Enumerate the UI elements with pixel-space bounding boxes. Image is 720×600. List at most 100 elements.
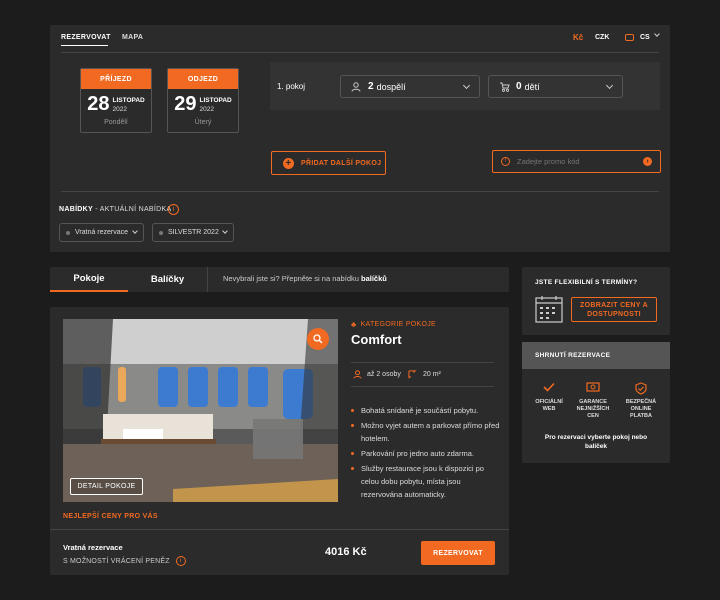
- promo-field[interactable]: ! ›: [492, 150, 661, 173]
- calendar-icon: [535, 296, 563, 323]
- zoom-button[interactable]: [307, 328, 329, 350]
- area-icon: [408, 370, 417, 379]
- badge-label: OFICIÁLNÍ WEB: [535, 399, 563, 412]
- flexible-dates-card: JSTE FLEXIBILNÍ S TERMÍNY? ZOBRAZIT CENY…: [522, 267, 670, 335]
- tabs-bar: Pokoje Balíčky Nevybrali jste si? Přepně…: [50, 267, 509, 292]
- tab-packages-label: Balíčky: [150, 274, 185, 285]
- room-area-label: 20 m²: [423, 371, 441, 378]
- nav-map[interactable]: MAPA: [122, 34, 143, 41]
- room-category-label: KATEGORIE POKOJE: [360, 321, 437, 328]
- tab-packages[interactable]: Balíčky: [128, 267, 208, 292]
- offer-chip-refundable[interactable]: Vratná rezervace: [59, 223, 144, 242]
- children-select[interactable]: 0 dětí: [488, 75, 623, 98]
- person-icon: [353, 370, 362, 379]
- arrival-year: 2022: [112, 105, 127, 113]
- chevron-down-icon: [605, 81, 614, 89]
- badge-label: BEZPEČNÁ ONLINE PLATBA: [625, 399, 657, 419]
- book-button[interactable]: REZERVOVAT: [421, 541, 495, 565]
- room-feature: Parkování pro jedno auto zdarma.: [351, 447, 501, 460]
- info-icon[interactable]: i: [168, 204, 179, 215]
- arrow-right-icon[interactable]: ›: [643, 157, 652, 166]
- room-info-divider: [351, 362, 494, 363]
- shield-check-icon: [635, 382, 647, 395]
- stroller-icon: [500, 82, 510, 92]
- nav-book-underline: [61, 45, 108, 46]
- currency-symbol[interactable]: Kč: [573, 33, 583, 42]
- departure-day: 29: [174, 93, 197, 115]
- room-category: ♣ KATEGORIE POKOJE: [351, 320, 436, 329]
- badge-secure-payment: BEZPEČNÁ ONLINE PLATBA: [620, 382, 662, 420]
- summary-note: Pro rezervaci vyberte pokoj nebo balíček: [544, 434, 648, 450]
- arrival-label: PŘÍJEZD: [81, 69, 151, 89]
- best-price-label: NEJLEPŠÍ CENY PRO VÁS: [63, 513, 158, 520]
- adults-label: dospělí: [376, 81, 406, 92]
- offers-title-rest: - AKTUÁLNÍ NABÍDKA: [93, 206, 172, 213]
- tab-rooms-label: Pokoje: [73, 273, 105, 284]
- room-label: 1. pokoj: [277, 82, 306, 91]
- departure-date[interactable]: ODJEZD 29 LISTOPAD 2022 Úterý: [167, 68, 239, 133]
- room-detail-button[interactable]: DETAIL POKOJE: [70, 478, 143, 495]
- badge-best-price: GARANCE NEJNIŽŠÍCH CEN: [574, 382, 612, 420]
- tabs-hint-link[interactable]: balíčků: [361, 274, 387, 283]
- badge-label: GARANCE NEJNIŽŠÍCH CEN: [576, 399, 610, 419]
- currency-select[interactable]: CZK: [595, 34, 609, 41]
- room-photo-image: [63, 319, 338, 502]
- children-label: dětí: [524, 81, 540, 92]
- departure-month: LISTOPAD: [199, 96, 232, 104]
- room-photo[interactable]: [63, 319, 338, 502]
- room-area: 20 m²: [408, 370, 441, 379]
- adults-select[interactable]: 2 dospělí: [340, 75, 480, 98]
- room-feature: Bohatá snídaně je součástí pobytu.: [351, 404, 501, 417]
- arrival-date[interactable]: PŘÍJEZD 28 LISTOPAD 2022 Pondělí: [80, 68, 152, 133]
- adults-count: 2: [368, 81, 374, 92]
- dot-icon: [159, 230, 163, 235]
- room-card: DETAIL POKOJE ♣ KATEGORIE POKOJE Comfort…: [50, 307, 509, 575]
- chat-icon[interactable]: [625, 34, 634, 41]
- nav-divider: [61, 52, 659, 53]
- departure-year: 2022: [199, 105, 214, 113]
- arrival-day: 28: [87, 93, 110, 115]
- room-persons-label: až 2 osoby: [367, 371, 401, 378]
- language-select[interactable]: CS: [640, 34, 650, 41]
- promo-input[interactable]: [517, 157, 643, 166]
- reservation-summary-card: SHRNUTÍ REZERVACE OFICIÁLNÍ WEB GARANCE …: [522, 342, 670, 463]
- info-icon: !: [501, 157, 510, 166]
- offers-title-bold: NABÍDKY: [59, 206, 93, 213]
- chevron-down-icon: [654, 31, 660, 37]
- departure-label: ODJEZD: [168, 69, 238, 89]
- room-name: Comfort: [351, 332, 402, 347]
- chevron-down-icon: [222, 228, 228, 234]
- add-room-button[interactable]: + PŘIDAT DALŠÍ POKOJ: [271, 151, 386, 175]
- offer-chip-label: Vratná rezervace: [75, 229, 129, 236]
- rate-note: S MOŽNOSTÍ VRÁCENÍ PENĚZ i: [63, 556, 186, 566]
- rate-name: Vratná rezervace: [63, 543, 123, 552]
- chevron-down-icon: [132, 228, 138, 234]
- children-count: 0: [516, 81, 522, 92]
- room-features: Bohatá snídaně je součástí pobytu. Možno…: [351, 404, 501, 503]
- person-icon: [351, 81, 361, 92]
- tabs-hint-text: Nevybrali jste si? Přepněte si na nabídk…: [223, 274, 361, 283]
- money-icon: [586, 382, 600, 392]
- room-persons: až 2 osoby: [353, 370, 401, 379]
- add-room-label: PŘIDAT DALŠÍ POKOJ: [301, 159, 382, 167]
- nav-book[interactable]: REZERVOVAT: [61, 34, 111, 41]
- tabs-hint: Nevybrali jste si? Přepněte si na nabídk…: [223, 274, 387, 283]
- booking-panel: REZERVOVAT MAPA Kč CZK CS PŘÍJEZD 28 LIS…: [50, 25, 670, 252]
- offer-chip-silvestr[interactable]: SILVESTR 2022: [152, 223, 234, 242]
- plus-circle-icon: +: [283, 157, 294, 169]
- dot-icon: [66, 230, 70, 235]
- people-icon: ♣: [351, 320, 357, 329]
- rate-note-label: S MOŽNOSTÍ VRÁCENÍ PENĚZ: [63, 557, 170, 565]
- arrival-weekday: Pondělí: [104, 119, 128, 126]
- offer-chip-label: SILVESTR 2022: [168, 229, 219, 236]
- check-icon: [543, 382, 555, 392]
- room-info-divider: [351, 386, 494, 387]
- show-prices-button[interactable]: ZOBRAZIT CENY A DOSTUPNOSTI: [571, 297, 657, 322]
- room-feature: Služby restaurace jsou k dispozici po ce…: [351, 462, 501, 501]
- offers-title: NABÍDKY - AKTUÁLNÍ NABÍDKA: [59, 206, 171, 213]
- rate-divider: [50, 529, 509, 530]
- summary-title: SHRNUTÍ REZERVACE: [535, 352, 611, 359]
- tab-rooms[interactable]: Pokoje: [50, 267, 128, 292]
- badge-official: OFICIÁLNÍ WEB: [530, 382, 568, 413]
- info-icon[interactable]: i: [175, 556, 186, 566]
